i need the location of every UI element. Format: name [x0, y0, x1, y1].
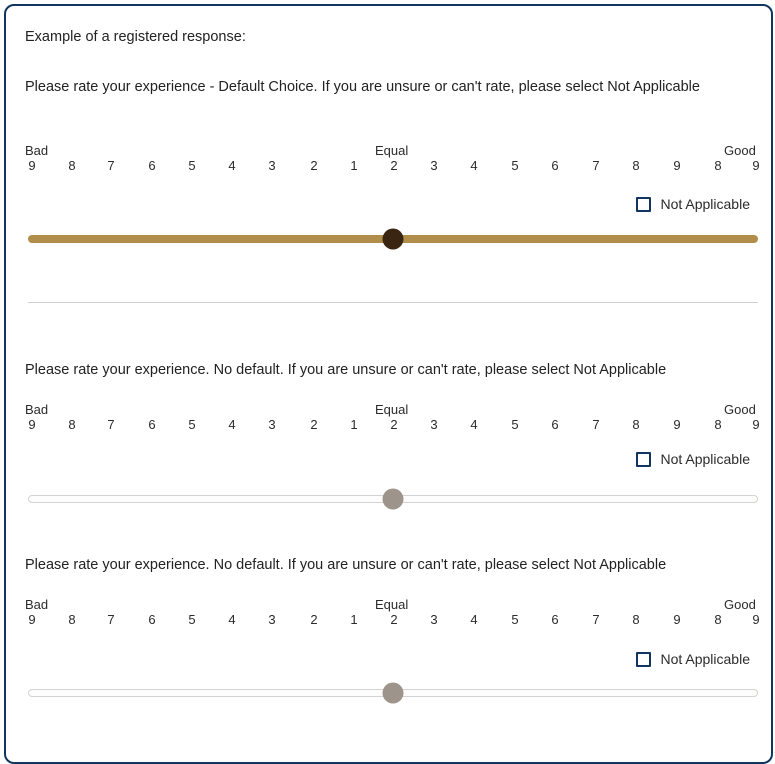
scale-tick: 5	[511, 158, 519, 173]
scale-tick: 6	[551, 417, 559, 432]
scale-anchor-bad-3: Bad	[25, 597, 49, 612]
scale-tick: 3	[430, 158, 438, 173]
scale-tick: 9	[752, 417, 760, 432]
scale-tick: 3	[268, 417, 276, 432]
scale-anchor-bad-1: Bad	[25, 143, 49, 158]
question-1-text: Please rate your experience - Default Ch…	[25, 79, 700, 95]
scale-tick: 5	[511, 612, 519, 627]
survey-card: Example of a registered response: Please…	[4, 4, 773, 764]
scale-tick: 6	[551, 158, 559, 173]
scale-tick: 3	[268, 612, 276, 627]
not-applicable-label: Not Applicable	[660, 651, 750, 667]
scale-tick: 6	[148, 612, 156, 627]
scale-tick: 4	[470, 417, 478, 432]
not-applicable-label: Not Applicable	[660, 451, 750, 467]
section-divider	[28, 302, 758, 303]
scale-tick: 2	[390, 417, 398, 432]
scale-tick: 1	[350, 158, 358, 173]
scale-tick: 8	[714, 417, 722, 432]
scale-tick: 6	[148, 417, 156, 432]
scale-anchor-equal-3: Equal	[375, 597, 409, 612]
scale-tick: 4	[470, 158, 478, 173]
scale-tick: 8	[632, 612, 640, 627]
not-applicable-label: Not Applicable	[660, 196, 750, 212]
scale-anchor-bad-2: Bad	[25, 402, 49, 417]
scale-tick: 8	[632, 417, 640, 432]
rating-slider-3[interactable]	[28, 680, 758, 706]
scale-tick: 2	[310, 158, 318, 173]
scale-tick: 5	[188, 417, 196, 432]
scale-tick: 8	[632, 158, 640, 173]
scale-tick: 5	[511, 417, 519, 432]
not-applicable-row-2[interactable]: Not Applicable	[636, 451, 750, 467]
intro-text: Example of a registered response:	[25, 29, 246, 45]
question-3-text: Please rate your experience. No default.…	[25, 557, 667, 573]
scale-tick: 1	[350, 417, 358, 432]
question-2-text: Please rate your experience. No default.…	[25, 362, 667, 378]
scale-tick: 9	[752, 612, 760, 627]
scale-tick: 8	[68, 417, 76, 432]
scale-tick: 4	[228, 612, 236, 627]
scale-tick: 9	[752, 158, 760, 173]
scale-anchor-equal-1: Equal	[375, 143, 409, 158]
scale-tick: 4	[228, 158, 236, 173]
rating-scale-1: Bad Equal Good 9 8 7 6 5 4 3 2 1 2 3 4 5…	[6, 143, 775, 179]
scale-tick: 8	[68, 612, 76, 627]
scale-tick: 2	[390, 612, 398, 627]
scale-tick: 8	[68, 158, 76, 173]
rating-scale-2: Bad Equal Good 9 8 7 6 5 4 3 2 1 2 3 4 5…	[6, 402, 775, 438]
scale-tick: 4	[228, 417, 236, 432]
scale-tick: 3	[430, 612, 438, 627]
scale-tick: 7	[592, 158, 600, 173]
scale-tick: 7	[107, 612, 115, 627]
scale-tick: 8	[714, 612, 722, 627]
scale-tick: 2	[310, 417, 318, 432]
scale-anchor-good-1: Good	[724, 143, 756, 158]
checkbox-icon[interactable]	[636, 651, 652, 667]
scale-tick: 5	[188, 158, 196, 173]
scale-tick: 7	[592, 417, 600, 432]
scale-tick: 4	[470, 612, 478, 627]
scale-tick: 7	[107, 158, 115, 173]
checkbox-icon[interactable]	[636, 196, 652, 212]
scale-tick: 2	[390, 158, 398, 173]
scale-tick: 1	[350, 612, 358, 627]
rating-scale-3: Bad Equal Good 9 8 7 6 5 4 3 2 1 2 3 4 5…	[6, 597, 775, 633]
scale-tick: 3	[268, 158, 276, 173]
scale-tick: 7	[107, 417, 115, 432]
scale-tick: 9	[673, 417, 681, 432]
scale-tick: 9	[28, 158, 36, 173]
scale-tick: 9	[28, 417, 36, 432]
scale-anchor-good-2: Good	[724, 402, 756, 417]
scale-tick: 3	[430, 417, 438, 432]
scale-tick: 7	[592, 612, 600, 627]
scale-anchor-good-3: Good	[724, 597, 756, 612]
scale-tick: 9	[673, 158, 681, 173]
scale-tick: 8	[714, 158, 722, 173]
scale-tick: 6	[148, 158, 156, 173]
slider-thumb[interactable]	[382, 228, 404, 250]
not-applicable-row-3[interactable]: Not Applicable	[636, 651, 750, 667]
scale-tick: 6	[551, 612, 559, 627]
rating-slider-2[interactable]	[28, 486, 758, 512]
scale-tick: 2	[310, 612, 318, 627]
scale-tick: 5	[188, 612, 196, 627]
scale-tick: 9	[673, 612, 681, 627]
scale-anchor-equal-2: Equal	[375, 402, 409, 417]
rating-slider-1[interactable]	[28, 226, 758, 252]
scale-tick: 9	[28, 612, 36, 627]
slider-thumb[interactable]	[382, 682, 404, 704]
checkbox-icon[interactable]	[636, 451, 652, 467]
slider-thumb[interactable]	[382, 488, 404, 510]
not-applicable-row-1[interactable]: Not Applicable	[636, 196, 750, 212]
